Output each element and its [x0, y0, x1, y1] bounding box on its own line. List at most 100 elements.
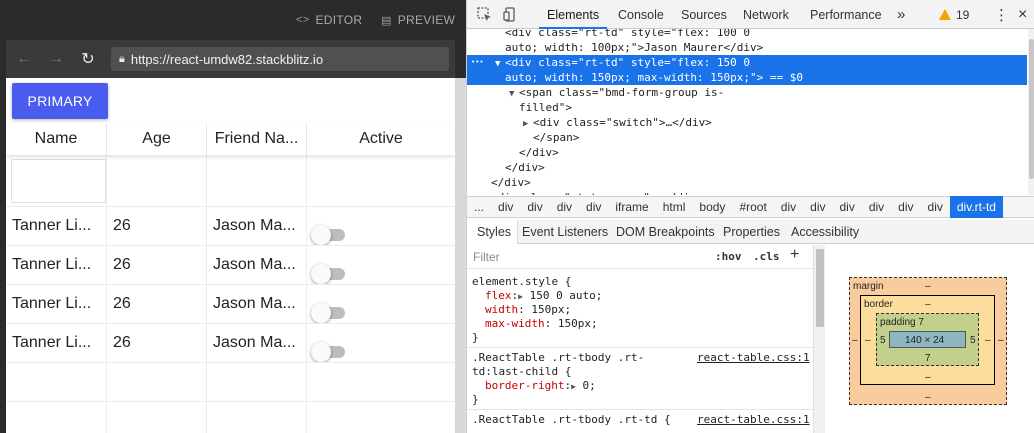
selected-dom-line[interactable]: ▼ <div class="rt-td" style="flex: 150 0 ••… [467, 55, 1027, 70]
expand-arrow-icon[interactable]: ▶ [481, 192, 491, 195]
react-table: Name Age Friend Na... Active Tanner Li..… [6, 123, 455, 433]
rule-source-link[interactable]: react-table.css:1 [697, 351, 810, 364]
dom-line[interactable]: ▼ <span class="bmd-form-group is- [467, 85, 1027, 100]
primary-button[interactable]: PRIMARY [12, 83, 108, 119]
scrollbar-thumb[interactable] [816, 249, 824, 327]
warnings-counter[interactable]: 19 [939, 0, 969, 29]
dom-line[interactable]: auto; width: 100px;">Jason Maurer</div> [467, 40, 1027, 55]
style-property[interactable]: flex:▶ 150 0 auto; [485, 289, 602, 303]
breadcrumb-item[interactable]: div [891, 196, 920, 218]
selected-dom-line[interactable]: auto; width: 150px; max-width: 150px;"> … [467, 70, 1027, 85]
age-cell: 26 [107, 246, 207, 284]
breadcrumb-item[interactable]: body [692, 196, 732, 218]
rule-source-link[interactable]: react-table.css:1 [697, 413, 810, 426]
tab-accessibility[interactable]: Accessibility [791, 220, 859, 244]
breadcrumb-item[interactable]: div [491, 196, 520, 218]
breadcrumb-item[interactable]: div [921, 196, 950, 218]
inspect-element-icon[interactable] [477, 0, 492, 29]
filter-cell [207, 155, 307, 206]
elements-scrollbar[interactable] [1028, 29, 1034, 195]
column-header-age[interactable]: Age [107, 123, 207, 155]
hover-state-toggle[interactable]: :hov [715, 250, 742, 263]
breadcrumb-item[interactable]: div [803, 196, 832, 218]
breadcrumb-item[interactable]: div [862, 196, 891, 218]
tab-performance[interactable]: Performance [810, 0, 882, 29]
ellipsis-icon[interactable]: ••• [471, 55, 484, 70]
style-property[interactable]: width: 150px; [485, 303, 571, 317]
back-arrow-icon[interactable]: ← [12, 40, 36, 78]
scrollbar-thumb[interactable] [1029, 39, 1034, 179]
tab-console[interactable]: Console [618, 0, 664, 29]
dom-line[interactable]: </div> [467, 145, 1027, 160]
elements-tree: <div class="rt-td" style="flex: 100 0 aut… [467, 29, 1034, 195]
styles-scrollbar[interactable] [813, 245, 825, 433]
dom-line[interactable]: ▶ <div class="switch">…</div> [467, 115, 1027, 130]
margin-top-value: – [925, 281, 931, 292]
name-cell: Tanner Li... [6, 207, 107, 245]
dom-line[interactable]: </span> [467, 130, 1027, 145]
dom-line[interactable]: </div> [467, 175, 1027, 190]
tab-elements[interactable]: Elements [538, 0, 608, 29]
breadcrumb-item[interactable]: div [520, 196, 549, 218]
column-header-active[interactable]: Active [307, 123, 455, 155]
add-rule-icon[interactable]: + [790, 246, 799, 264]
name-cell: Tanner Li... [6, 324, 107, 362]
dom-line[interactable]: </div> [467, 160, 1027, 175]
active-switch[interactable] [311, 264, 347, 284]
breadcrumb-item[interactable]: div [832, 196, 861, 218]
name-cell: Tanner Li... [6, 246, 107, 284]
preview-scrollbar[interactable] [455, 78, 466, 433]
tab-network[interactable]: Network [743, 0, 789, 29]
tab-sources[interactable]: Sources [681, 0, 727, 29]
more-tabs-icon[interactable]: » [897, 0, 905, 29]
breadcrumb-item[interactable]: iframe [608, 196, 655, 218]
active-switch[interactable] [311, 342, 347, 362]
device-toolbar-icon[interactable] [503, 0, 518, 29]
active-switch[interactable] [311, 225, 347, 245]
styles-filter-input[interactable]: Filter [473, 250, 500, 264]
name-filter-input[interactable] [11, 158, 106, 203]
box-model: margin – – – – border – – – – padding 7 … [825, 245, 1034, 433]
dom-line[interactable]: <div class="rt-td" style="flex: 100 0 [467, 29, 1027, 40]
url-bar[interactable]: 🔒︎ https://react-umdw82.stackblitz.io [111, 47, 449, 71]
breadcrumb-item[interactable]: html [656, 196, 693, 218]
breadcrumb-item[interactable]: div.rt-td [949, 196, 1003, 218]
tab-properties[interactable]: Properties [723, 220, 780, 244]
style-property[interactable]: border-right:▶ 0; [485, 379, 596, 393]
margin-right-value: – [998, 335, 1004, 346]
preview-label: PREVIEW [397, 13, 456, 27]
column-header-friend-name[interactable]: Friend Na... [207, 123, 307, 155]
border-label: border [864, 299, 893, 310]
reload-icon[interactable]: ↻ [76, 40, 100, 78]
tab-styles[interactable]: Styles [467, 220, 519, 244]
table-row: Tanner Li... 26 Jason Ma... [6, 324, 455, 363]
close-icon[interactable]: × [1018, 0, 1027, 29]
stackblitz-panel: <> EDITOR ▤ PREVIEW ← → ↻ 🔒︎ https://rea… [0, 0, 466, 433]
breadcrumb-item[interactable]: #root [732, 196, 773, 218]
preview-tab[interactable]: ▤ PREVIEW [381, 0, 455, 40]
breadcrumb-item[interactable]: div [550, 196, 579, 218]
rule-selector[interactable]: td:last-child { [472, 365, 571, 379]
dom-line[interactable]: ▶<div class="rt-tr-group">…</div> [467, 190, 1027, 195]
age-cell: 26 [107, 207, 207, 245]
breadcrumb-item[interactable]: div [579, 196, 608, 218]
table-row: Tanner Li... 26 Jason Ma... [6, 285, 455, 324]
breadcrumb-item[interactable]: div [774, 196, 803, 218]
menu-dots-icon[interactable]: ⋮ [994, 0, 1009, 29]
active-switch[interactable] [311, 303, 347, 323]
rule-selector[interactable]: .ReactTable .rt-tbody .rt- [472, 351, 644, 365]
class-toggle[interactable]: .cls [753, 250, 780, 263]
tab-dom-breakpoints[interactable]: DOM Breakpoints [616, 220, 715, 244]
column-header-name[interactable]: Name [6, 123, 107, 155]
rule-selector[interactable]: element.style { [472, 275, 571, 289]
style-property[interactable]: max-width: 150px; [485, 317, 598, 331]
dom-line[interactable]: filled"> [467, 100, 1027, 115]
empty-row [6, 402, 455, 433]
forward-arrow-icon[interactable]: → [44, 40, 68, 78]
editor-tab[interactable]: <> EDITOR [296, 0, 362, 40]
filter-cell [307, 155, 455, 206]
breadcrumb-item[interactable]: ... [467, 196, 491, 218]
styles-filter-bar: Filter :hov .cls + [467, 245, 813, 269]
rule-selector[interactable]: .ReactTable .rt-tbody .rt-td { [472, 413, 671, 427]
tab-event-listeners[interactable]: Event Listeners [522, 220, 608, 244]
